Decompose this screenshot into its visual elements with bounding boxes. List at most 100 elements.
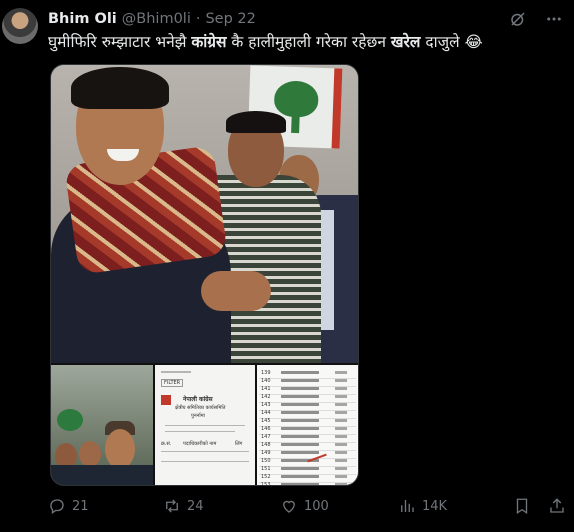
person-middle-hair xyxy=(226,111,286,133)
doc-header-name: पदाधिकारीको नाम xyxy=(183,441,217,447)
member-row-name xyxy=(281,411,319,414)
handshake-photo[interactable] xyxy=(51,65,358,363)
member-row-number: 150 xyxy=(261,458,271,464)
member-row-gender xyxy=(335,435,347,438)
author-name[interactable]: Bhim Oli xyxy=(48,11,117,27)
grok-icon[interactable] xyxy=(508,9,528,29)
like-button[interactable]: 100 xyxy=(280,497,329,515)
document-screenshot-2[interactable]: 139 140 141 142 143 144 145 146 147 148 149 150 151 1… xyxy=(257,365,358,485)
retweet-icon xyxy=(163,497,181,515)
tweet-text-part2: कै हालीमुहाली गरेका रहेछन xyxy=(226,33,391,51)
retweet-button[interactable]: 24 xyxy=(163,497,204,515)
member-row: 153 xyxy=(259,481,356,485)
member-row-number: 141 xyxy=(261,386,271,392)
member-row-gender xyxy=(335,467,347,470)
member-row-name xyxy=(281,371,319,374)
doc-header-num: क्र.सं. xyxy=(161,441,172,447)
doc-filter-button: FILTER xyxy=(161,379,184,387)
share-button[interactable] xyxy=(548,497,566,515)
member-row-gender xyxy=(335,427,347,430)
doc-topbar xyxy=(161,371,191,373)
member-row-name xyxy=(281,483,319,485)
doc-title: नेपाली कांग्रेस xyxy=(183,396,213,403)
member-row-number: 145 xyxy=(261,418,271,424)
tweet[interactable]: Bhim Oli @Bhim0li · Sep 22 घुमीफिरि रुम्… xyxy=(0,0,574,532)
tweet-text-bold2: खरेल xyxy=(390,33,421,51)
document-screenshot-1[interactable]: FILTER नेपाली कांग्रेस क्षेत्रीय समितिका… xyxy=(155,365,255,485)
avatar[interactable] xyxy=(2,8,38,44)
member-row-name xyxy=(281,451,319,454)
member-row-name xyxy=(281,427,319,430)
separator-dot: · xyxy=(195,11,201,27)
tree-trunk xyxy=(291,112,300,134)
member-row-number: 140 xyxy=(261,378,271,384)
bookmark-button[interactable] xyxy=(513,497,531,515)
member-row-number: 142 xyxy=(261,394,271,400)
member-row-name xyxy=(281,403,319,406)
member-row-gender xyxy=(335,483,347,485)
member-row-number: 148 xyxy=(261,442,271,448)
laughing-emoji: 😂 xyxy=(464,33,483,51)
member-row-gender xyxy=(335,451,347,454)
member-row-number: 146 xyxy=(261,426,271,432)
member-row-number: 152 xyxy=(261,474,271,480)
member-row-name xyxy=(281,443,319,446)
member-row-name xyxy=(281,419,319,422)
member-row-gender xyxy=(335,475,347,478)
share-icon xyxy=(548,497,566,515)
doc-flag xyxy=(161,395,171,405)
member-row-number: 144 xyxy=(261,410,271,416)
group-face-2 xyxy=(79,441,101,467)
retweet-count: 24 xyxy=(187,498,204,514)
doc-rule xyxy=(165,425,245,426)
member-row-number: 149 xyxy=(261,450,271,456)
header-actions xyxy=(508,9,564,29)
group-photo[interactable] xyxy=(51,365,153,485)
action-bar: 21 24 100 14K xyxy=(48,495,568,517)
member-row-name xyxy=(281,387,319,390)
member-row-number: 139 xyxy=(261,370,271,376)
like-icon xyxy=(280,497,298,515)
like-count: 100 xyxy=(304,498,329,514)
member-row-number: 151 xyxy=(261,466,271,472)
person-left-hair xyxy=(71,67,169,109)
doc-subtitle: क्षेत्रीय समितिका कार्यसमिति xyxy=(175,405,226,411)
member-row-gender xyxy=(335,371,347,374)
doc-header-gender: लिंग xyxy=(235,441,243,447)
bookmark-icon xyxy=(513,497,531,515)
member-row-gender xyxy=(335,395,347,398)
doc-subtitle-2: पुनर्नामा xyxy=(191,413,205,419)
member-row-number: 147 xyxy=(261,434,271,440)
tweet-text: घुमीफिरि रुम्झाटार भनेझै कांग्रेस कै हाल… xyxy=(48,32,563,52)
doc-rule-2 xyxy=(165,431,235,432)
member-row-gender xyxy=(335,443,347,446)
handshake xyxy=(201,271,271,311)
member-row-gender xyxy=(335,459,347,462)
tweet-text-part1: घुमीफिरि रुम्झाटार भनेझै xyxy=(48,33,192,51)
author-handle[interactable]: @Bhim0li xyxy=(122,11,191,27)
more-icon[interactable] xyxy=(544,9,564,29)
views-button[interactable]: 14K xyxy=(398,497,447,515)
tweet-text-part3: दाजुले xyxy=(420,33,465,51)
doc-row-line-2 xyxy=(161,461,249,462)
member-row-gender xyxy=(335,379,347,382)
member-row-name xyxy=(281,475,319,478)
view-count: 14K xyxy=(422,498,448,514)
doc-row-line xyxy=(161,451,249,452)
tweet-header: Bhim Oli @Bhim0li · Sep 22 xyxy=(48,9,256,29)
member-row-name xyxy=(281,379,319,382)
member-row-number: 143 xyxy=(261,402,271,408)
member-row-gender xyxy=(335,419,347,422)
member-row-number: 153 xyxy=(261,482,271,485)
member-row-name xyxy=(281,395,319,398)
reply-button[interactable]: 21 xyxy=(48,497,89,515)
member-row-name xyxy=(281,435,319,438)
group-photo-tree xyxy=(57,409,83,431)
member-row-name xyxy=(281,467,319,470)
member-row-gender xyxy=(335,411,347,414)
group-bodies xyxy=(51,465,153,485)
tweet-text-bold1: कांग्रेस xyxy=(191,33,227,51)
member-row-gender xyxy=(335,387,347,390)
tweet-media[interactable]: FILTER नेपाली कांग्रेस क्षेत्रीय समितिका… xyxy=(50,64,359,486)
tweet-date[interactable]: Sep 22 xyxy=(205,11,255,27)
